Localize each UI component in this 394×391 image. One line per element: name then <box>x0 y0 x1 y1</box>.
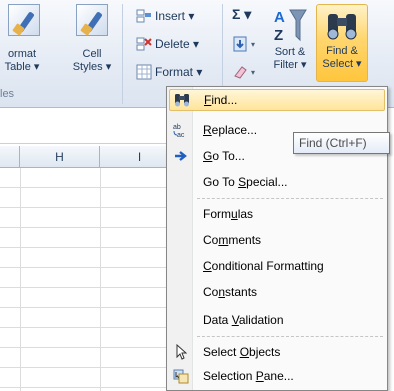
autosum-button[interactable]: Σ ▾ <box>232 4 251 24</box>
sort-filter-label-1: Sort & <box>274 46 306 58</box>
insert-button[interactable]: Insert ▾ <box>136 6 194 26</box>
cell-styles-icon <box>76 4 108 36</box>
pointer-icon <box>172 343 190 361</box>
worksheet-grid[interactable] <box>0 168 166 391</box>
find-select-label-2: Select ▾ <box>322 58 362 70</box>
find-select-label-1: Find & <box>326 45 358 57</box>
menu-item-label: Replace... <box>203 123 258 137</box>
format-table-label-2: Table ▾ <box>4 61 40 73</box>
column-header-row: H I <box>0 146 180 168</box>
grid-line <box>100 168 101 391</box>
format-table-label-1: ormat <box>7 48 37 60</box>
styles-group-label: les <box>0 88 15 100</box>
menu-item-label: Find... <box>204 93 238 107</box>
svg-text:A: A <box>274 9 285 26</box>
grid-line <box>20 168 21 391</box>
menu-item-label: Go To... <box>203 149 245 163</box>
sort-filter-button[interactable]: A Z Sort & Filter ▾ <box>266 4 314 72</box>
fill-down-icon <box>232 36 248 52</box>
menu-item-label: Formulas <box>203 207 254 221</box>
format-table-icon <box>8 4 40 36</box>
column-header-g[interactable] <box>0 146 20 168</box>
sum-icon: Σ ▾ <box>232 5 252 22</box>
sort-filter-label-2: Filter ▾ <box>273 59 307 71</box>
menu-item-formulas[interactable]: Formulas <box>169 203 385 225</box>
menu-item-go-to-special[interactable]: Go To Special... <box>169 171 385 193</box>
menu-item-find[interactable]: Find... <box>169 89 385 111</box>
menu-item-conditional-formatting[interactable]: Conditional Formatting <box>169 255 385 277</box>
menu-item-data-validation[interactable]: Data Validation <box>169 309 385 331</box>
find-tooltip: Find (Ctrl+F) <box>293 132 390 154</box>
format-as-table-button[interactable]: ormat Table ▾ <box>0 4 52 74</box>
menu-item-constants[interactable]: Constants <box>169 281 385 303</box>
menu-item-label: Constants <box>203 285 258 299</box>
menu-item-label: Comments <box>203 233 262 247</box>
cell-styles-label-2: Styles ▾ <box>72 61 112 73</box>
fill-button[interactable]: ▾ <box>232 34 255 54</box>
selection-pane-icon <box>172 367 190 385</box>
menu-separator <box>197 336 383 337</box>
format-cells-icon <box>136 64 152 80</box>
replace-icon: ab ac <box>172 121 190 139</box>
format-button[interactable]: Format ▾ <box>136 62 202 82</box>
svg-text:ab: ab <box>173 124 181 131</box>
menu-item-comments[interactable]: Comments <box>169 229 385 251</box>
delete-label: Delete ▾ <box>155 37 200 51</box>
cell-styles-button[interactable]: Cell Styles ▾ <box>64 4 120 74</box>
menu-item-label: Data Validation <box>203 313 284 327</box>
svg-text:Z: Z <box>274 27 283 44</box>
group-separator <box>122 4 123 104</box>
format-label: Format ▾ <box>155 65 203 79</box>
delete-cells-icon <box>136 36 152 52</box>
menu-item-select-objects[interactable]: Select Objects <box>169 341 385 363</box>
menu-separator <box>197 198 383 199</box>
menu-item-label: Select Objects <box>203 345 281 359</box>
binoculars-icon <box>317 5 367 45</box>
column-header-h[interactable]: H <box>20 146 100 168</box>
eraser-icon <box>232 64 248 80</box>
binoculars-icon <box>173 91 191 109</box>
sort-az-icon: A Z <box>266 4 314 46</box>
menu-item-label: Go To Special... <box>203 175 288 189</box>
menu-item-label: Conditional Formatting <box>203 259 324 273</box>
delete-button[interactable]: Delete ▾ <box>136 34 199 54</box>
insert-cells-icon <box>136 8 152 24</box>
menu-item-selection-pane[interactable]: Selection Pane... <box>169 365 385 387</box>
arrow-right-icon <box>172 147 190 165</box>
cell-styles-label-1: Cell <box>82 48 102 60</box>
formula-area <box>0 110 166 144</box>
menu-item-label: Selection Pane... <box>203 369 294 383</box>
find-select-button[interactable]: Find & Select ▾ <box>316 4 368 82</box>
insert-label: Insert ▾ <box>155 9 195 23</box>
clear-button[interactable]: ▾ <box>232 62 255 82</box>
svg-text:ac: ac <box>177 132 185 138</box>
